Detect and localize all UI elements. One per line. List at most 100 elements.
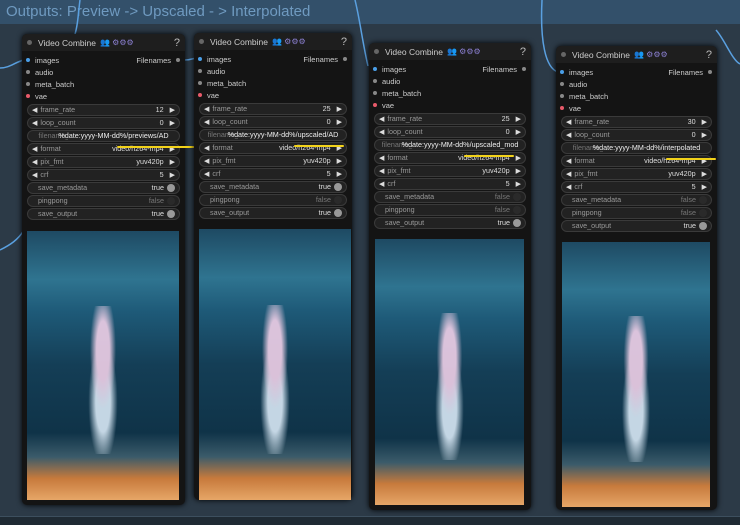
decrement-arrow-icon[interactable]: ◀ xyxy=(204,157,209,165)
increment-arrow-icon[interactable]: ▶ xyxy=(170,106,175,114)
input-slot-audio[interactable]: audio xyxy=(22,66,185,78)
widget-filename-prefix[interactable]: filename_prefix%date:yyyy-MM-dd%/interpo… xyxy=(561,142,712,154)
decrement-arrow-icon[interactable]: ◀ xyxy=(566,131,571,139)
input-slot-images[interactable]: images Filenames xyxy=(22,54,185,66)
widget-pingpong[interactable]: pingpong false xyxy=(199,194,347,206)
decrement-arrow-icon[interactable]: ◀ xyxy=(379,180,384,188)
widget-frame-rate[interactable]: ◀ frame_rate 12 ▶ xyxy=(27,104,180,116)
collapse-dot-icon[interactable] xyxy=(374,49,379,54)
decrement-arrow-icon[interactable]: ◀ xyxy=(204,105,209,113)
widget-filename-prefix[interactable]: filename_prefix%date:yyyy-MM-dd%/upscale… xyxy=(199,129,347,141)
decrement-arrow-icon[interactable]: ◀ xyxy=(32,106,37,114)
output-pin-icon[interactable] xyxy=(176,58,180,62)
decrement-arrow-icon[interactable]: ◀ xyxy=(379,154,384,162)
input-slot-audio[interactable]: audio xyxy=(194,65,352,77)
widget-pingpong[interactable]: pingpong false xyxy=(561,207,712,219)
widget-pix-fmt[interactable]: ◀ pix_fmt yuv420p ▶ xyxy=(374,165,526,177)
widget-save-metadata[interactable]: save_metadata true xyxy=(27,182,180,194)
collapse-dot-icon[interactable] xyxy=(561,52,566,57)
node-header[interactable]: Video Combine 👥 ⚙⚙⚙? xyxy=(194,33,352,50)
toggle-knob-icon[interactable] xyxy=(167,183,175,192)
input-pin-icon[interactable] xyxy=(560,106,564,110)
decrement-arrow-icon[interactable]: ◀ xyxy=(32,119,37,127)
increment-arrow-icon[interactable]: ▶ xyxy=(516,128,521,136)
widget-loop-count[interactable]: ◀ loop_count 0 ▶ xyxy=(374,126,526,138)
increment-arrow-icon[interactable]: ▶ xyxy=(516,180,521,188)
toggle-knob-icon[interactable] xyxy=(167,209,175,218)
decrement-arrow-icon[interactable]: ◀ xyxy=(566,118,571,126)
widget-format[interactable]: ◀ format video/h264-mp4 ▶ xyxy=(199,142,347,154)
input-pin-icon[interactable] xyxy=(26,82,30,86)
node-header[interactable]: Video Combine 👥 ⚙⚙⚙? xyxy=(369,43,531,60)
widget-pingpong[interactable]: pingpong false xyxy=(374,204,526,216)
input-pin-icon[interactable] xyxy=(26,70,30,74)
widget-save-metadata[interactable]: save_metadata true xyxy=(199,181,347,193)
video-preview[interactable] xyxy=(199,229,351,500)
increment-arrow-icon[interactable]: ▶ xyxy=(170,171,175,179)
decrement-arrow-icon[interactable]: ◀ xyxy=(32,171,37,179)
input-pin-icon[interactable] xyxy=(560,82,564,86)
increment-arrow-icon[interactable]: ▶ xyxy=(702,183,707,191)
widget-save-output[interactable]: save_output true xyxy=(561,220,712,232)
widget-frame-rate[interactable]: ◀ frame_rate 30 ▶ xyxy=(561,116,712,128)
widget-crf[interactable]: ◀ crf 5 ▶ xyxy=(199,168,347,180)
widget-save-metadata[interactable]: save_metadata false xyxy=(374,191,526,203)
widget-loop-count[interactable]: ◀ loop_count 0 ▶ xyxy=(199,116,347,128)
increment-arrow-icon[interactable]: ▶ xyxy=(337,170,342,178)
decrement-arrow-icon[interactable]: ◀ xyxy=(204,144,209,152)
decrement-arrow-icon[interactable]: ◀ xyxy=(566,170,571,178)
input-slot-images[interactable]: images Filenames xyxy=(556,66,717,78)
increment-arrow-icon[interactable]: ▶ xyxy=(516,154,521,162)
increment-arrow-icon[interactable]: ▶ xyxy=(170,119,175,127)
widget-filename-prefix[interactable]: filename_prefix%date:yyyy-MM-dd%/preview… xyxy=(27,130,180,142)
input-slot-meta-batch[interactable]: meta_batch xyxy=(22,78,185,90)
widget-loop-count[interactable]: ◀ loop_count 0 ▶ xyxy=(27,117,180,129)
toggle-knob-icon[interactable] xyxy=(699,195,707,204)
increment-arrow-icon[interactable]: ▶ xyxy=(702,131,707,139)
decrement-arrow-icon[interactable]: ◀ xyxy=(32,158,37,166)
input-pin-icon[interactable] xyxy=(198,93,202,97)
help-button[interactable]: ? xyxy=(174,37,180,49)
input-slot-vae[interactable]: vae xyxy=(22,90,185,102)
help-button[interactable]: ? xyxy=(520,46,526,58)
help-button[interactable]: ? xyxy=(706,49,712,61)
widget-pix-fmt[interactable]: ◀ pix_fmt yuv420p ▶ xyxy=(27,156,180,168)
widget-crf[interactable]: ◀ crf 5 ▶ xyxy=(374,178,526,190)
widget-crf[interactable]: ◀ crf 5 ▶ xyxy=(561,181,712,193)
output-slot-filenames[interactable]: Filenames xyxy=(482,65,526,74)
collapse-dot-icon[interactable] xyxy=(27,40,32,45)
increment-arrow-icon[interactable]: ▶ xyxy=(516,115,521,123)
input-pin-icon[interactable] xyxy=(198,69,202,73)
widget-pix-fmt[interactable]: ◀ pix_fmt yuv420p ▶ xyxy=(199,155,347,167)
increment-arrow-icon[interactable]: ▶ xyxy=(337,105,342,113)
widget-pingpong[interactable]: pingpong false xyxy=(27,195,180,207)
input-slot-vae[interactable]: vae xyxy=(369,99,531,111)
toggle-knob-icon[interactable] xyxy=(699,208,707,217)
input-pin-icon[interactable] xyxy=(560,70,564,74)
output-pin-icon[interactable] xyxy=(708,70,712,74)
output-pin-icon[interactable] xyxy=(343,57,347,61)
toggle-knob-icon[interactable] xyxy=(334,208,342,217)
collapse-dot-icon[interactable] xyxy=(199,39,204,44)
input-slot-images[interactable]: images Filenames xyxy=(369,63,531,75)
increment-arrow-icon[interactable]: ▶ xyxy=(337,118,342,126)
video-combine-node[interactable]: Video Combine 👥 ⚙⚙⚙? images Filenames audio m… xyxy=(194,33,352,500)
input-slot-audio[interactable]: audio xyxy=(369,75,531,87)
input-pin-icon[interactable] xyxy=(198,57,202,61)
decrement-arrow-icon[interactable]: ◀ xyxy=(566,183,571,191)
widget-frame-rate[interactable]: ◀ frame_rate 25 ▶ xyxy=(199,103,347,115)
increment-arrow-icon[interactable]: ▶ xyxy=(702,170,707,178)
input-pin-icon[interactable] xyxy=(373,103,377,107)
help-button[interactable]: ? xyxy=(341,36,347,48)
widget-loop-count[interactable]: ◀ loop_count 0 ▶ xyxy=(561,129,712,141)
output-slot-filenames[interactable]: Filenames xyxy=(303,55,347,64)
widget-format[interactable]: ◀ format video/h264-mp4 ▶ xyxy=(374,152,526,164)
decrement-arrow-icon[interactable]: ◀ xyxy=(32,145,37,153)
video-combine-node[interactable]: Video Combine 👥 ⚙⚙⚙? images Filenames audio m… xyxy=(556,46,717,510)
input-slot-meta-batch[interactable]: meta_batch xyxy=(369,87,531,99)
input-pin-icon[interactable] xyxy=(373,67,377,71)
widget-pix-fmt[interactable]: ◀ pix_fmt yuv420p ▶ xyxy=(561,168,712,180)
input-pin-icon[interactable] xyxy=(560,94,564,98)
toggle-knob-icon[interactable] xyxy=(513,205,521,214)
decrement-arrow-icon[interactable]: ◀ xyxy=(379,115,384,123)
